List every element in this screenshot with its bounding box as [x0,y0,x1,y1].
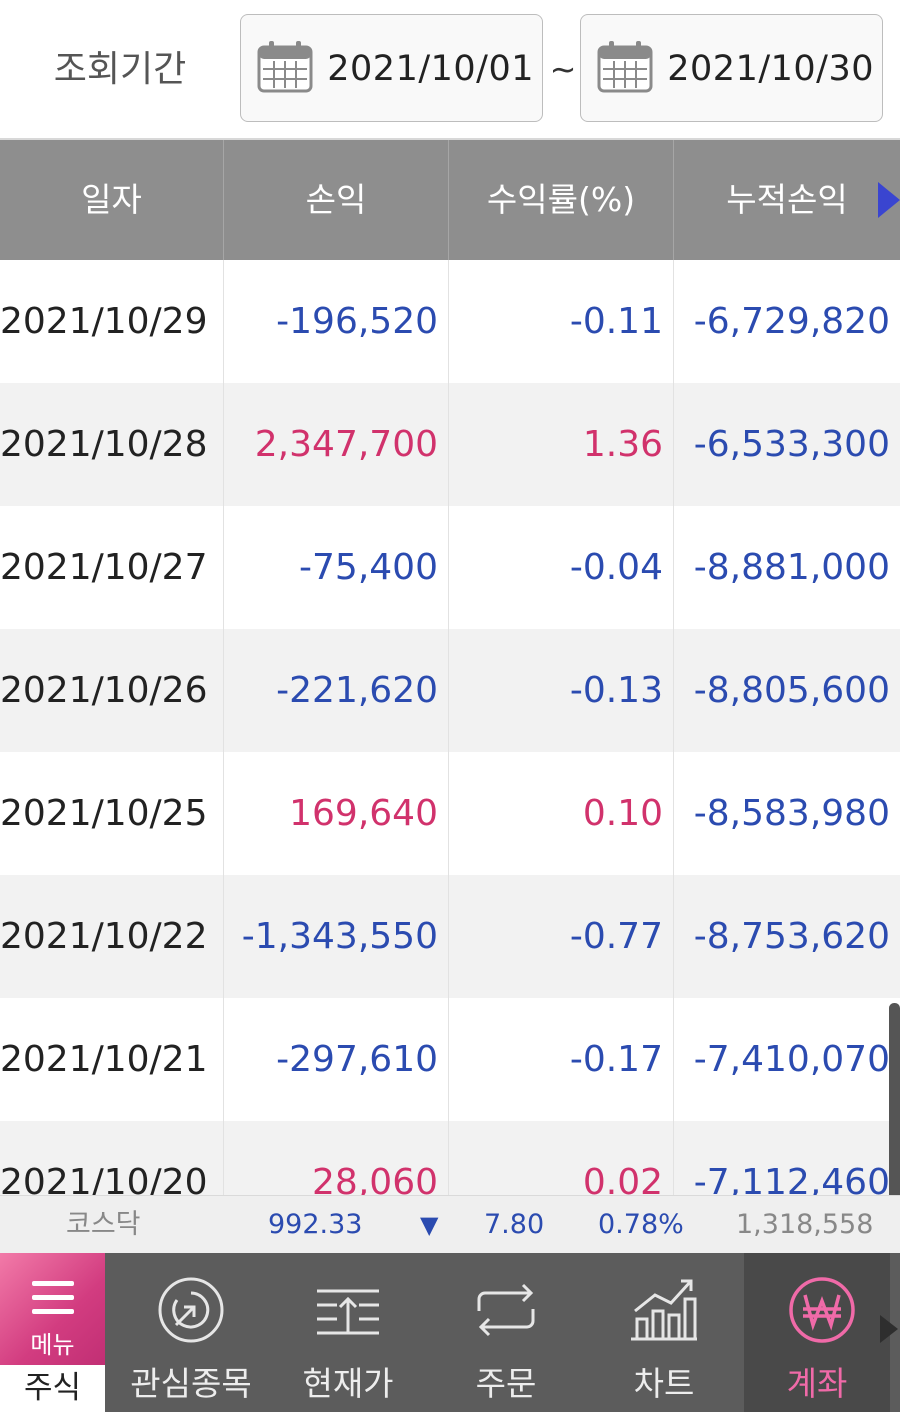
row-cumulative: -7,112,460 [693,1162,890,1195]
table-row[interactable]: 2021/10/27 -75,400 -0.04 -8,881,000 [0,506,900,629]
row-cumulative: -8,753,620 [693,916,890,957]
nav-item-account[interactable]: 계좌 [744,1253,890,1412]
row-pnl: -196,520 [224,260,449,383]
nav-item-current-price[interactable]: 현재가 [270,1253,426,1412]
table-row[interactable]: 2021/10/28 2,347,700 1.36 -6,533,300 [0,383,900,506]
table-row[interactable]: 2021/10/26 -221,620 -0.13 -8,805,600 [0,629,900,752]
row-rate: -0.17 [449,998,674,1121]
row-pnl: -75,400 [224,506,449,629]
ticker-change: 7.80 [484,1209,545,1240]
row-date: 2021/10/20 [0,1121,224,1195]
start-date-picker[interactable]: 2021/10/01 [240,14,543,122]
row-date: 2021/10/27 [0,506,224,629]
menu-label: 메뉴 [30,1331,75,1359]
more-arrow-icon[interactable] [880,1315,898,1343]
row-date: 2021/10/29 [0,260,224,383]
row-date: 2021/10/22 [0,875,224,998]
period-selector: 조회기간 2021/10/01 ~ 2021/10/30 [0,0,900,140]
bottom-navigation: 메뉴 주식 관심종목 현재가 주문 차트 계좌 [0,1253,900,1412]
row-pnl: 2,347,700 [224,383,449,506]
menu-button[interactable]: 메뉴 [0,1253,105,1365]
header-return-rate[interactable]: 수익률(%) [449,140,674,260]
row-rate: -0.04 [449,506,674,629]
nav-item-interest[interactable]: 관심종목 [113,1253,269,1412]
row-pnl: -221,620 [224,629,449,752]
end-date-value: 2021/10/30 [667,49,874,89]
row-rate: -0.77 [449,875,674,998]
calendar-icon [257,41,313,93]
header-pnl[interactable]: 손익 [224,140,449,260]
row-rate: -0.11 [449,260,674,383]
row-rate: -0.13 [449,629,674,752]
stock-tab[interactable]: 주식 [0,1365,105,1412]
row-cumulative: -6,729,820 [693,301,890,342]
nav-label: 주문 [475,1364,537,1403]
table-row[interactable]: 2021/10/25 169,640 0.10 -8,583,980 [0,752,900,875]
row-cumulative: -8,805,600 [693,670,890,711]
table-row[interactable]: 2021/10/22 -1,343,550 -0.77 -8,753,620 [0,875,900,998]
row-cumulative: -8,881,000 [693,547,890,588]
won-account-icon [789,1277,855,1343]
row-cumulative: -7,410,070 [693,1039,890,1080]
header-date[interactable]: 일자 [0,140,224,260]
pnl-table-body[interactable]: 2021/10/29 -196,520 -0.11 -6,729,820 202… [0,260,900,1195]
chart-icon [631,1279,697,1341]
row-pnl: 169,640 [224,752,449,875]
nav-label: 차트 [633,1364,695,1403]
row-cumulative: -6,533,300 [693,424,890,465]
row-pnl: -1,343,550 [224,875,449,998]
header-cumulative-pnl[interactable]: 누적손익 [674,140,900,260]
ticker-index-name: 코스닥 [66,1209,141,1240]
row-pnl: -297,610 [224,998,449,1121]
ticker-volume: 1,318,558 [736,1209,874,1240]
row-date: 2021/10/26 [0,629,224,752]
table-row[interactable]: 2021/10/29 -196,520 -0.11 -6,729,820 [0,260,900,383]
row-rate: 0.10 [449,752,674,875]
row-date: 2021/10/25 [0,752,224,875]
row-rate: 0.02 [449,1121,674,1195]
row-rate: 1.36 [449,383,674,506]
row-date: 2021/10/28 [0,383,224,506]
row-cumulative: -8,583,980 [693,793,890,834]
order-icon [477,1283,535,1337]
table-header: 일자 손익 수익률(%) 누적손익 [0,140,900,260]
market-ticker[interactable]: 코스닥 992.33 ▼ 7.80 0.78% 1,318,558 [0,1195,900,1254]
interest-icon [158,1277,224,1343]
ticker-index-value: 992.33 [268,1209,363,1240]
nav-label: 계좌 [786,1364,848,1403]
table-row[interactable]: 2021/10/20 28,060 0.02 -7,112,460 [0,1121,900,1195]
period-label: 조회기간 [53,49,187,90]
ticker-change-rate: 0.78% [598,1209,684,1240]
down-triangle-icon: ▼ [420,1211,439,1239]
period-separator: ~ [549,50,577,88]
nav-label: 현재가 [302,1364,394,1403]
table-row[interactable]: 2021/10/21 -297,610 -0.17 -7,410,070 [0,998,900,1121]
start-date-value: 2021/10/01 [327,49,534,89]
row-date: 2021/10/21 [0,998,224,1121]
nav-item-order[interactable]: 주문 [428,1253,584,1412]
end-date-picker[interactable]: 2021/10/30 [580,14,883,122]
calendar-icon [597,41,653,93]
next-columns-arrow-icon[interactable] [878,182,900,218]
nav-item-chart[interactable]: 차트 [586,1253,742,1412]
hamburger-icon [32,1281,74,1323]
current-price-icon [317,1289,379,1335]
nav-label: 관심종목 [130,1364,252,1403]
row-pnl: 28,060 [224,1121,449,1195]
